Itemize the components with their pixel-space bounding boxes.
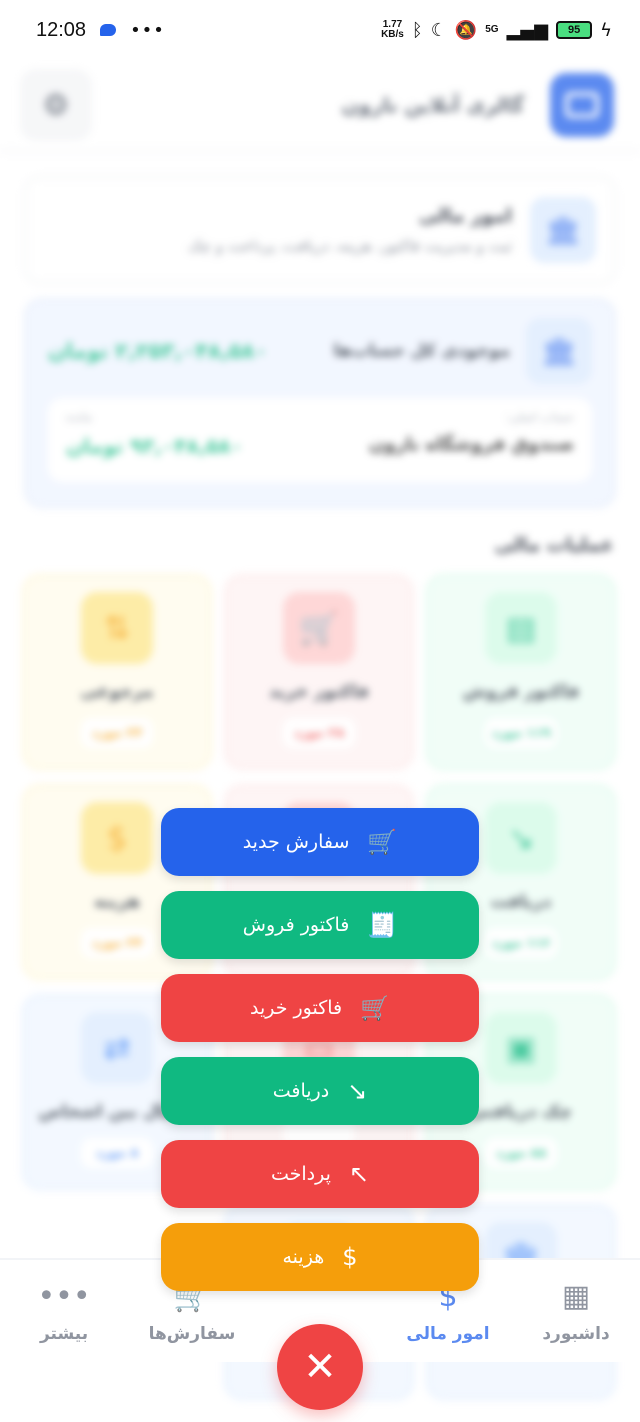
status-left: 12:08 •••	[36, 19, 165, 42]
purchase-invoice-button[interactable]: 🛒 فاکتور خرید	[161, 974, 479, 1042]
bell-off-icon: 🔕	[454, 19, 478, 41]
status-right: 1.77 KB/s ᛒ ☾ 🔕 5G ▂▄▆ 95 ϟ	[381, 20, 612, 41]
expense-button[interactable]: $ هزینه	[161, 1223, 479, 1291]
fab-menu: 🛒 سفارش جدید 🧾 فاکتور فروش 🛒 فاکتور خرید…	[161, 808, 479, 1306]
receipt-icon: 🧾	[367, 911, 398, 939]
payment-label: پرداخت	[270, 1163, 331, 1185]
sales-invoice-button[interactable]: 🧾 فاکتور فروش	[161, 891, 479, 959]
network-type: 5G	[485, 24, 499, 35]
arrow-down-right-icon: ↘	[347, 1077, 368, 1105]
expense-icon: $	[342, 1243, 358, 1271]
close-fab-button[interactable]: ✕	[277, 1324, 363, 1410]
more-notifications-icon: •••	[130, 19, 165, 41]
close-icon: ✕	[303, 1344, 337, 1390]
purchase-invoice-label: فاکتور خرید	[249, 997, 343, 1019]
receive-label: دریافت	[272, 1080, 330, 1102]
arrow-up-left-icon: ↖	[348, 1160, 370, 1188]
moon-icon: ☾	[430, 19, 447, 41]
charging-icon: ϟ	[600, 19, 612, 41]
new-order-label: سفارش جدید	[242, 831, 350, 853]
cart-icon: 🛒	[360, 994, 391, 1022]
chat-notification-icon	[100, 24, 117, 36]
expense-label: هزینه	[282, 1246, 325, 1268]
sales-invoice-label: فاکتور فروش	[242, 914, 350, 936]
net-speed-unit: KB/s	[381, 29, 404, 40]
battery-icon: 95	[556, 21, 593, 39]
receive-button[interactable]: ↘ دریافت	[161, 1057, 479, 1125]
payment-button[interactable]: ↖ پرداخت	[161, 1140, 479, 1208]
status-bar: 12:08 ••• 1.77 KB/s ᛒ ☾ 🔕 5G ▂▄▆ 95 ϟ	[0, 0, 640, 60]
bluetooth-icon: ᛒ	[411, 19, 423, 41]
clock: 12:08	[36, 18, 87, 41]
signal-icon: ▂▄▆	[506, 19, 549, 41]
new-order-button[interactable]: 🛒 سفارش جدید	[161, 808, 479, 876]
net-speed: 1.77 KB/s	[381, 20, 404, 40]
cart-icon: 🛒	[367, 828, 398, 856]
